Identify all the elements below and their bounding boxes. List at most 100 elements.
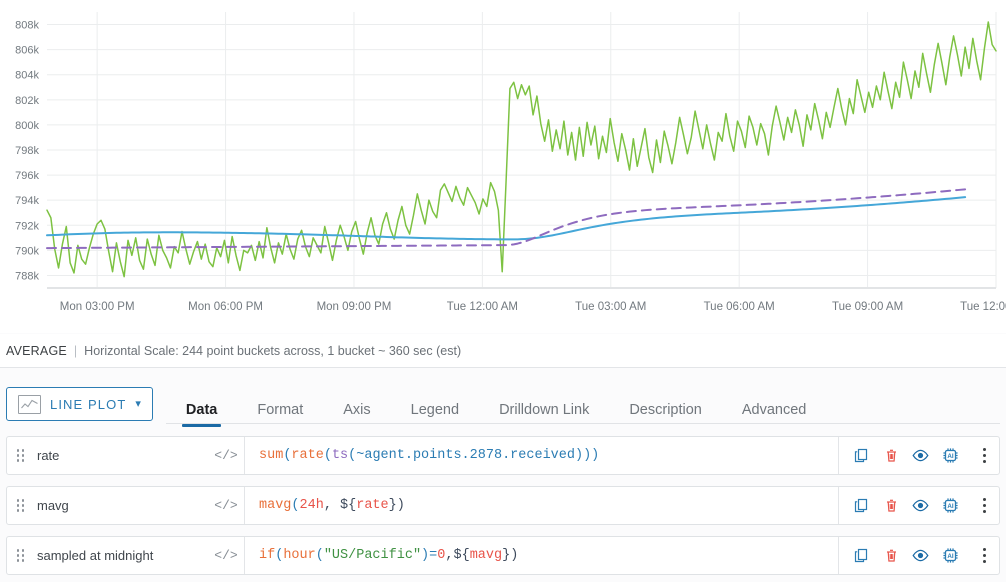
expression-token: ( bbox=[323, 448, 332, 463]
y-axis-tick-label: 790k bbox=[15, 245, 39, 257]
query-name-input[interactable]: rate bbox=[33, 448, 208, 463]
drag-handle-icon[interactable] bbox=[7, 549, 33, 562]
x-axis-tick-label: Tue 03:00 AM bbox=[575, 301, 646, 313]
y-axis-tick-label: 802k bbox=[15, 95, 39, 107]
query-name-cell: mavg </> bbox=[7, 487, 245, 524]
expression-token: }) bbox=[502, 548, 519, 563]
clone-icon[interactable] bbox=[847, 441, 877, 471]
expression-token: = bbox=[429, 548, 438, 563]
expression-token: rate bbox=[291, 448, 324, 463]
line-chart-icon bbox=[18, 394, 41, 414]
line-chart[interactable]: 788k 790k 792k 794k 796k 798k 800k 802k 804k 806k… bbox=[0, 0, 1006, 333]
delete-icon[interactable] bbox=[877, 491, 907, 521]
horizontal-scale-label: Horizontal Scale: 244 point buckets acro… bbox=[84, 343, 462, 358]
editor-toolbar: LINE PLOT ▾ Data Format Axis Legend Drilldow… bbox=[0, 378, 1006, 430]
clone-icon[interactable] bbox=[847, 541, 877, 571]
chevron-down-icon: ▾ bbox=[135, 397, 141, 410]
expression-token: if bbox=[259, 548, 276, 563]
expression-token: 0 bbox=[437, 548, 446, 563]
query-name-cell: rate </> bbox=[7, 437, 245, 474]
chart-caption-bar: AVERAGE | Horizontal Scale: 244 point bu… bbox=[0, 334, 1006, 368]
aggregation-label: AVERAGE bbox=[6, 343, 67, 358]
query-actions: AI bbox=[838, 487, 999, 524]
expression-token: sum bbox=[259, 448, 284, 463]
query-row[interactable]: mavg </> mavg(24h, ${rate}) AI bbox=[6, 486, 1000, 525]
ai-chip-icon[interactable]: AI bbox=[936, 441, 966, 471]
visibility-icon[interactable] bbox=[906, 491, 936, 521]
query-name-cell: sampled at midnight </> bbox=[7, 537, 245, 574]
expression-token: mavg bbox=[259, 498, 292, 513]
more-options-icon[interactable] bbox=[969, 541, 999, 571]
expression-token: ts bbox=[331, 448, 349, 463]
query-name-input[interactable]: sampled at midnight bbox=[33, 548, 208, 563]
expression-token: ) bbox=[421, 548, 430, 563]
x-axis-tick-label: Tue 09:00 AM bbox=[832, 301, 903, 313]
plot-type-dropdown[interactable]: LINE PLOT ▾ bbox=[6, 387, 153, 421]
y-axis-tick-label: 788k bbox=[15, 270, 39, 282]
delete-icon[interactable] bbox=[877, 541, 907, 571]
query-name-input[interactable]: mavg bbox=[33, 498, 208, 513]
chart-panel[interactable]: 788k 790k 792k 794k 796k 798k 800k 802k 804k 806k… bbox=[0, 0, 1006, 333]
expression-token: mavg bbox=[469, 548, 503, 563]
query-rows: rate </> sum(rate(ts (~agent.points.2878.re… bbox=[0, 436, 1006, 582]
y-axis-tick-label: 808k bbox=[15, 20, 39, 32]
tab-advanced[interactable]: Advanced bbox=[722, 402, 827, 430]
visibility-icon[interactable] bbox=[906, 541, 936, 571]
tab-legend[interactable]: Legend bbox=[391, 402, 479, 430]
y-axis-tick-label: 794k bbox=[15, 195, 39, 207]
tab-format[interactable]: Format bbox=[237, 402, 323, 430]
y-axis-tick-label: 792k bbox=[15, 220, 39, 232]
expression-token: 24h bbox=[299, 498, 324, 513]
tab-drilldown-link[interactable]: Drilldown Link bbox=[479, 402, 609, 430]
tab-axis[interactable]: Axis bbox=[323, 402, 390, 430]
y-axis-tick-label: 800k bbox=[15, 120, 39, 132]
x-axis-tick-label: Tue 12:00 PM bbox=[960, 301, 1006, 313]
y-axis-tick-label: 796k bbox=[15, 170, 39, 182]
query-row[interactable]: rate </> sum(rate(ts (~agent.points.2878.re… bbox=[6, 436, 1000, 475]
ai-chip-icon[interactable]: AI bbox=[936, 541, 966, 571]
expression-token: "US/Pacific" bbox=[323, 548, 422, 563]
query-actions: AI bbox=[838, 537, 999, 574]
caption-separator: | bbox=[73, 343, 78, 358]
expression-token: (~agent.points.2878.received))) bbox=[348, 448, 600, 463]
visibility-icon[interactable] bbox=[906, 441, 936, 471]
ai-chip-icon[interactable]: AI bbox=[936, 491, 966, 521]
code-toggle-icon[interactable]: </> bbox=[208, 448, 244, 463]
plot-type-label: LINE PLOT bbox=[50, 396, 127, 412]
delete-icon[interactable] bbox=[877, 441, 907, 471]
tab-data[interactable]: Data bbox=[166, 402, 237, 430]
x-axis-tick-label: Mon 06:00 PM bbox=[188, 301, 263, 313]
expression-token: hour bbox=[283, 548, 316, 563]
more-options-icon[interactable] bbox=[969, 441, 999, 471]
x-axis-tick-label: Mon 03:00 PM bbox=[60, 301, 135, 313]
tab-description[interactable]: Description bbox=[609, 402, 722, 430]
editor-tabs: Data Format Axis Legend Drilldown Link Descri… bbox=[165, 378, 1006, 430]
query-actions: AI bbox=[838, 437, 999, 474]
code-toggle-icon[interactable]: </> bbox=[208, 548, 244, 563]
clone-icon[interactable] bbox=[847, 491, 877, 521]
query-row[interactable]: sampled at midnight </> if (hour("US/Pacif… bbox=[6, 536, 1000, 575]
expression-token: , ${ bbox=[323, 498, 357, 513]
svg-text:AI: AI bbox=[947, 503, 954, 510]
expression-token: ,${ bbox=[445, 548, 470, 563]
drag-handle-icon[interactable] bbox=[7, 499, 33, 512]
x-axis-tick-label: Tue 06:00 AM bbox=[704, 301, 775, 313]
query-expression-input[interactable]: mavg(24h, ${rate}) bbox=[245, 487, 838, 524]
svg-text:AI: AI bbox=[947, 453, 954, 460]
query-expression-input[interactable]: sum(rate(ts (~agent.points.2878.received)… bbox=[245, 437, 838, 474]
y-axis-tick-label: 806k bbox=[15, 45, 39, 57]
code-toggle-icon[interactable]: </> bbox=[208, 498, 244, 513]
x-axis-tick-label: Tue 12:00 AM bbox=[447, 301, 518, 313]
expression-token: }) bbox=[388, 498, 405, 513]
more-options-icon[interactable] bbox=[969, 491, 999, 521]
query-expression-input[interactable]: if (hour("US/Pacific") = 0 ,${mavg}) bbox=[245, 537, 838, 574]
expression-token: ( bbox=[315, 548, 324, 563]
expression-token: ( bbox=[275, 548, 284, 563]
svg-text:AI: AI bbox=[947, 553, 954, 560]
expression-token: ( bbox=[283, 448, 292, 463]
expression-token: rate bbox=[356, 498, 389, 513]
expression-token: ( bbox=[291, 498, 300, 513]
x-axis-tick-label: Mon 09:00 PM bbox=[317, 301, 392, 313]
y-axis-tick-label: 804k bbox=[15, 70, 39, 82]
drag-handle-icon[interactable] bbox=[7, 449, 33, 462]
